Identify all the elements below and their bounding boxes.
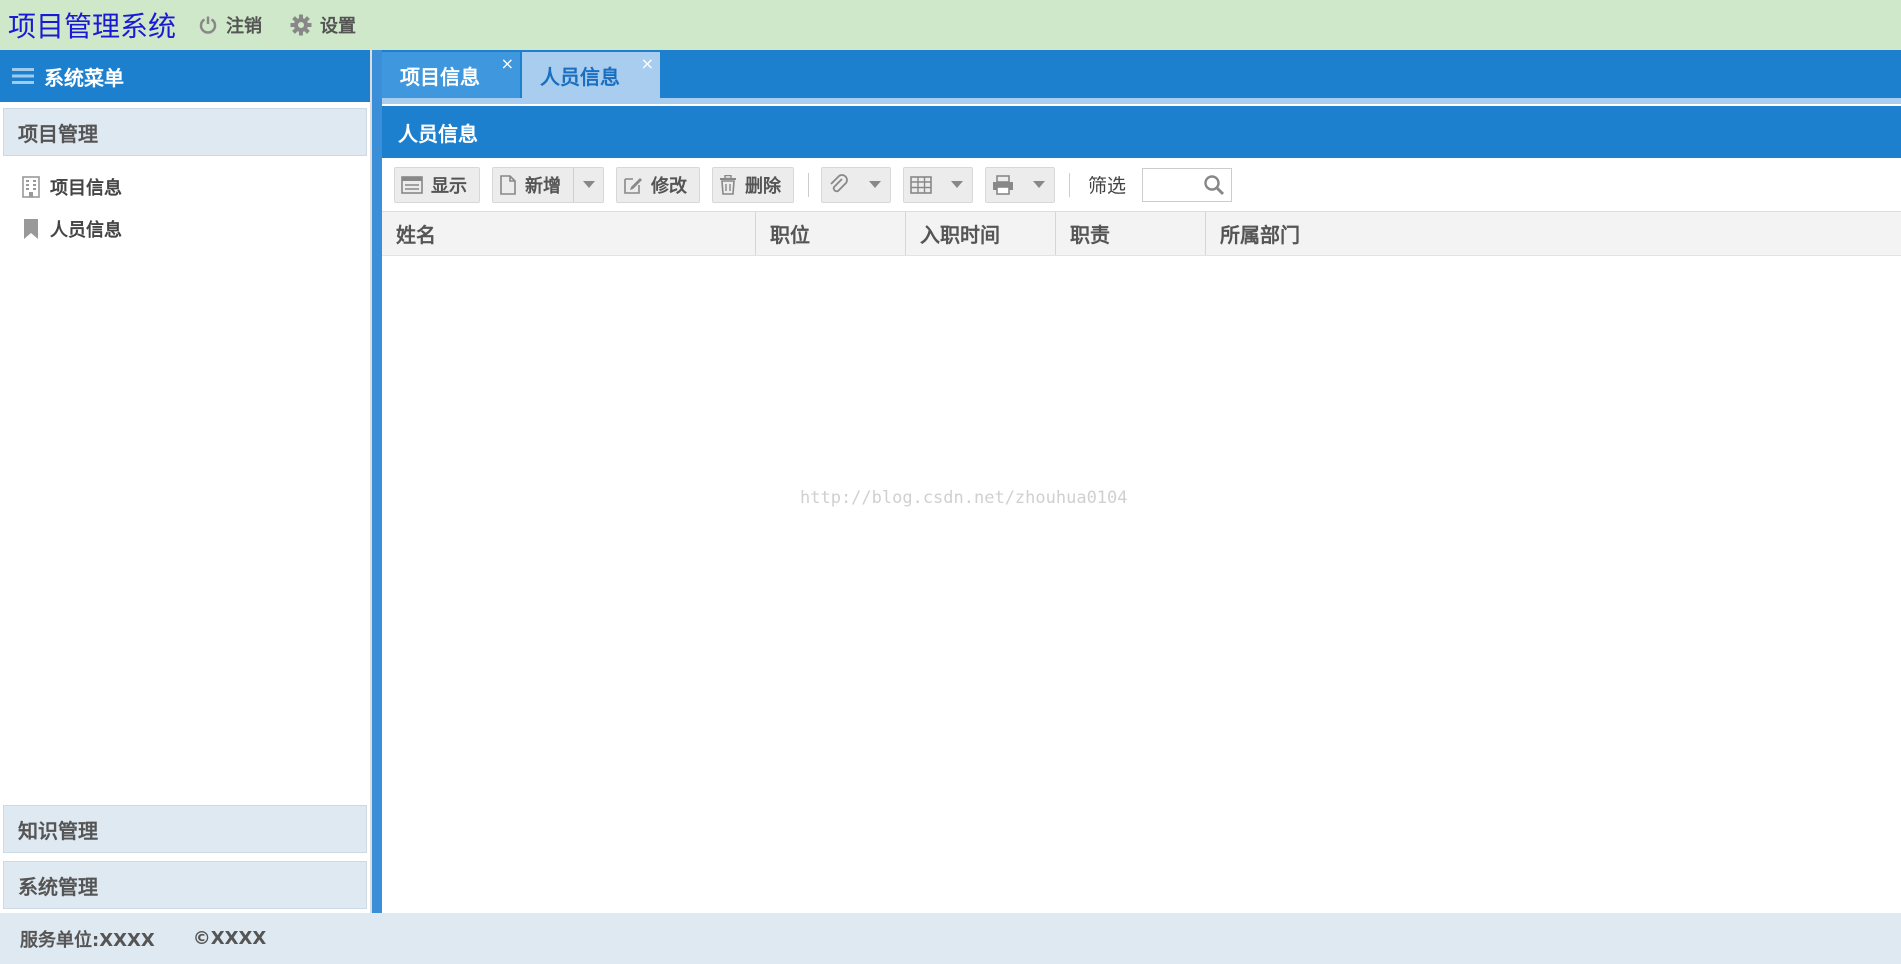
filter-field[interactable] (1142, 167, 1233, 202)
sidebar-item-label: 项目信息 (50, 178, 122, 199)
sidebar-item-project-info[interactable]: 项目信息 (0, 166, 370, 208)
sidebar-group-label: 知识管理 (18, 818, 98, 843)
tab-personnel-info[interactable]: 人员信息 × (522, 52, 660, 98)
column-header-name[interactable]: 姓名 (382, 212, 756, 255)
add-button[interactable]: 新增 (492, 166, 604, 203)
print-dropdown-toggle[interactable] (1024, 168, 1054, 202)
tab-project-info[interactable]: 项目信息 × (382, 52, 520, 98)
print-button-main[interactable] (986, 168, 1024, 202)
bookmark-icon (24, 219, 38, 239)
column-header-position[interactable]: 职位 (756, 212, 906, 255)
sidebar-group-project-management[interactable]: 项目管理 (3, 108, 367, 156)
show-button-main[interactable]: 显示 (395, 168, 479, 202)
column-header-responsibility[interactable]: 职责 (1056, 212, 1206, 255)
sidebar-item-personnel-info[interactable]: 人员信息 (0, 208, 370, 250)
tab-label: 项目信息 (400, 64, 480, 89)
grid-header: 姓名 职位 入职时间 职责 所属部门 (382, 212, 1901, 256)
columns-button[interactable] (903, 166, 973, 203)
search-icon[interactable] (1203, 174, 1225, 196)
sidebar-group-label: 项目管理 (18, 121, 98, 146)
logout-button[interactable]: 注销 (198, 12, 262, 38)
caret-down-icon (951, 180, 963, 188)
footer-copyright: ©XXXX (192, 928, 267, 949)
columns-button-main[interactable] (904, 168, 942, 202)
gear-icon (290, 14, 312, 36)
trash-icon (720, 174, 736, 195)
attachment-button[interactable] (821, 166, 891, 203)
caret-down-icon (1033, 180, 1045, 188)
new-file-icon (500, 174, 516, 195)
show-button[interactable]: 显示 (394, 166, 480, 203)
list-view-icon (401, 175, 423, 194)
grid-body: http://blog.csdn.net/zhouhua0104 (382, 256, 1901, 856)
panel-title: 人员信息 (382, 106, 1901, 158)
top-bar: 项目管理系统 注销 设置 (0, 0, 1901, 50)
sidebar-header: 系统菜单 (0, 50, 370, 102)
tab-close-icon[interactable]: × (501, 54, 514, 73)
sidebar-title: 系统菜单 (44, 65, 124, 90)
watermark: http://blog.csdn.net/zhouhua0104 (800, 488, 1128, 508)
tab-bar: 项目信息 × 人员信息 × (382, 50, 1901, 104)
column-header-hire-date[interactable]: 入职时间 (906, 212, 1056, 255)
filter-label: 筛选 (1088, 175, 1127, 197)
sidebar: 系统菜单 项目管理 项目信息 人员信息 知识管理 系统管理 (0, 50, 372, 913)
settings-label: 设置 (320, 16, 357, 37)
settings-button[interactable]: 设置 (290, 12, 356, 38)
printer-icon (993, 174, 1013, 195)
logout-label: 注销 (226, 16, 263, 37)
menu-icon[interactable] (12, 67, 34, 85)
caret-down-icon (582, 180, 595, 188)
print-button[interactable] (985, 166, 1055, 203)
edit-button[interactable]: 修改 (616, 166, 700, 203)
toolbar-separator (1069, 172, 1070, 197)
edit-button-main[interactable]: 修改 (617, 168, 699, 202)
power-icon (199, 16, 217, 34)
footer-service-unit: 服务单位:XXXX (20, 929, 155, 951)
sidebar-bottom-groups: 知识管理 系统管理 (0, 797, 370, 909)
caret-down-icon (869, 180, 881, 188)
sidebar-group-knowledge-management[interactable]: 知识管理 (3, 805, 367, 853)
sidebar-group-system-management[interactable]: 系统管理 (3, 861, 367, 909)
sidebar-group-label: 系统管理 (18, 874, 98, 899)
show-label: 显示 (431, 175, 467, 197)
table-icon (910, 175, 932, 194)
building-icon (22, 176, 40, 198)
grid-toolbar: 显示 新增 修改 删除 筛选 (382, 158, 1901, 212)
filter-input[interactable] (1147, 175, 1204, 194)
tab-label: 人员信息 (540, 64, 620, 89)
sidebar-item-label: 人员信息 (50, 220, 122, 241)
column-header-department[interactable]: 所属部门 (1206, 212, 1406, 255)
columns-dropdown-toggle[interactable] (942, 168, 972, 202)
add-label: 新增 (525, 175, 561, 197)
edit-label: 修改 (651, 175, 687, 197)
delete-label: 删除 (745, 175, 781, 197)
main-area: 项目信息 × 人员信息 × 人员信息 显示 新增 修改 删除 筛选 姓名 职位 … (382, 50, 1901, 913)
add-dropdown-toggle[interactable] (573, 167, 603, 202)
footer: 服务单位:XXXX ©XXXX (0, 913, 1901, 964)
add-button-main[interactable]: 新增 (493, 168, 573, 202)
delete-button-main[interactable]: 删除 (713, 168, 793, 202)
edit-icon (624, 177, 642, 194)
attachment-dropdown-toggle[interactable] (860, 168, 890, 202)
paperclip-icon (830, 173, 848, 192)
tab-close-icon[interactable]: × (641, 54, 654, 73)
delete-button[interactable]: 删除 (712, 166, 794, 203)
layout-splitter[interactable] (372, 50, 382, 913)
app-title: 项目管理系统 (8, 10, 177, 43)
toolbar-separator (808, 172, 809, 197)
attachment-button-main[interactable] (822, 168, 860, 202)
